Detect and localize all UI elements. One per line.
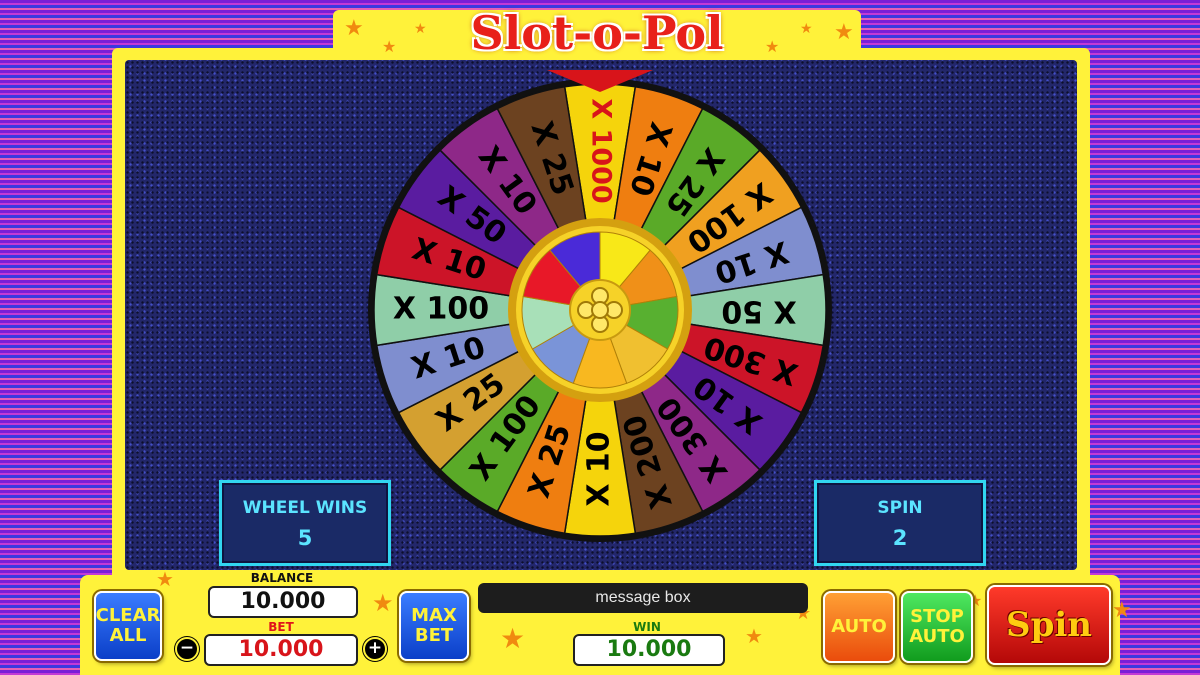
bet-increase-button[interactable]: + <box>363 637 387 661</box>
wheel-wins-panel: WHEEL WINS 5 <box>219 480 391 566</box>
star-decoration: ★ <box>156 567 174 591</box>
wheel-segment-label: X 50 <box>721 294 796 329</box>
wheel-knob-ball <box>591 301 609 319</box>
clear-all-label-line1: CLEAR <box>95 605 161 626</box>
stop-auto-button[interactable]: STOP AUTO <box>901 591 973 663</box>
stop-auto-label-line2: AUTO <box>909 626 965 647</box>
message-box: message box <box>478 583 808 613</box>
star-decoration: ★ <box>834 20 854 45</box>
game-title: Slot-o-Pol <box>470 6 724 60</box>
win-label: WIN <box>633 620 661 634</box>
spin-count-panel: SPIN 2 <box>814 480 986 566</box>
star-decoration: ★ <box>745 624 763 648</box>
star-decoration: ★ <box>344 16 364 41</box>
bet-decrease-button[interactable]: − <box>175 637 199 661</box>
spin-button[interactable]: Spin <box>987 585 1111 665</box>
wheel-segment-label: X 10 <box>582 431 617 506</box>
star-decoration: ★ <box>382 37 397 56</box>
wheel-segment-label: X 100 <box>393 292 489 327</box>
star-decoration: ★ <box>1112 598 1132 623</box>
star-decoration: ★ <box>372 589 394 617</box>
stop-auto-label-line1: STOP <box>910 606 964 627</box>
spin-count-label: SPIN <box>877 498 923 518</box>
wheel-segment-label: X 1000 <box>586 98 617 203</box>
auto-button[interactable]: AUTO <box>823 591 895 663</box>
bet-value: 10.000 <box>204 634 358 666</box>
clear-all-button[interactable]: CLEAR ALL <box>94 591 162 661</box>
wheel-pointer-icon <box>547 70 653 92</box>
wheel-wins-label: WHEEL WINS <box>242 498 368 518</box>
clear-all-label-line2: ALL <box>109 625 147 646</box>
star-decoration: ★ <box>414 21 427 37</box>
win-value: 10.000 <box>573 634 725 666</box>
wheel-wins-value: 5 <box>297 526 313 550</box>
max-bet-button[interactable]: MAX BET <box>399 591 469 661</box>
spin-count-value: 2 <box>892 526 908 550</box>
star-decoration: ★ <box>800 21 813 37</box>
max-bet-label-line1: MAX <box>411 605 457 626</box>
star-decoration: ★ <box>500 622 526 655</box>
star-decoration: ★ <box>765 37 780 56</box>
max-bet-label-line2: BET <box>414 625 454 646</box>
bet-label: BET <box>268 620 294 634</box>
balance-label: BALANCE <box>250 571 314 585</box>
balance-value: 10.000 <box>208 586 358 618</box>
prize-wheel[interactable]: X 1000 X 10X 25X 100X 10X 50X 300X 10X 30… <box>365 70 835 550</box>
